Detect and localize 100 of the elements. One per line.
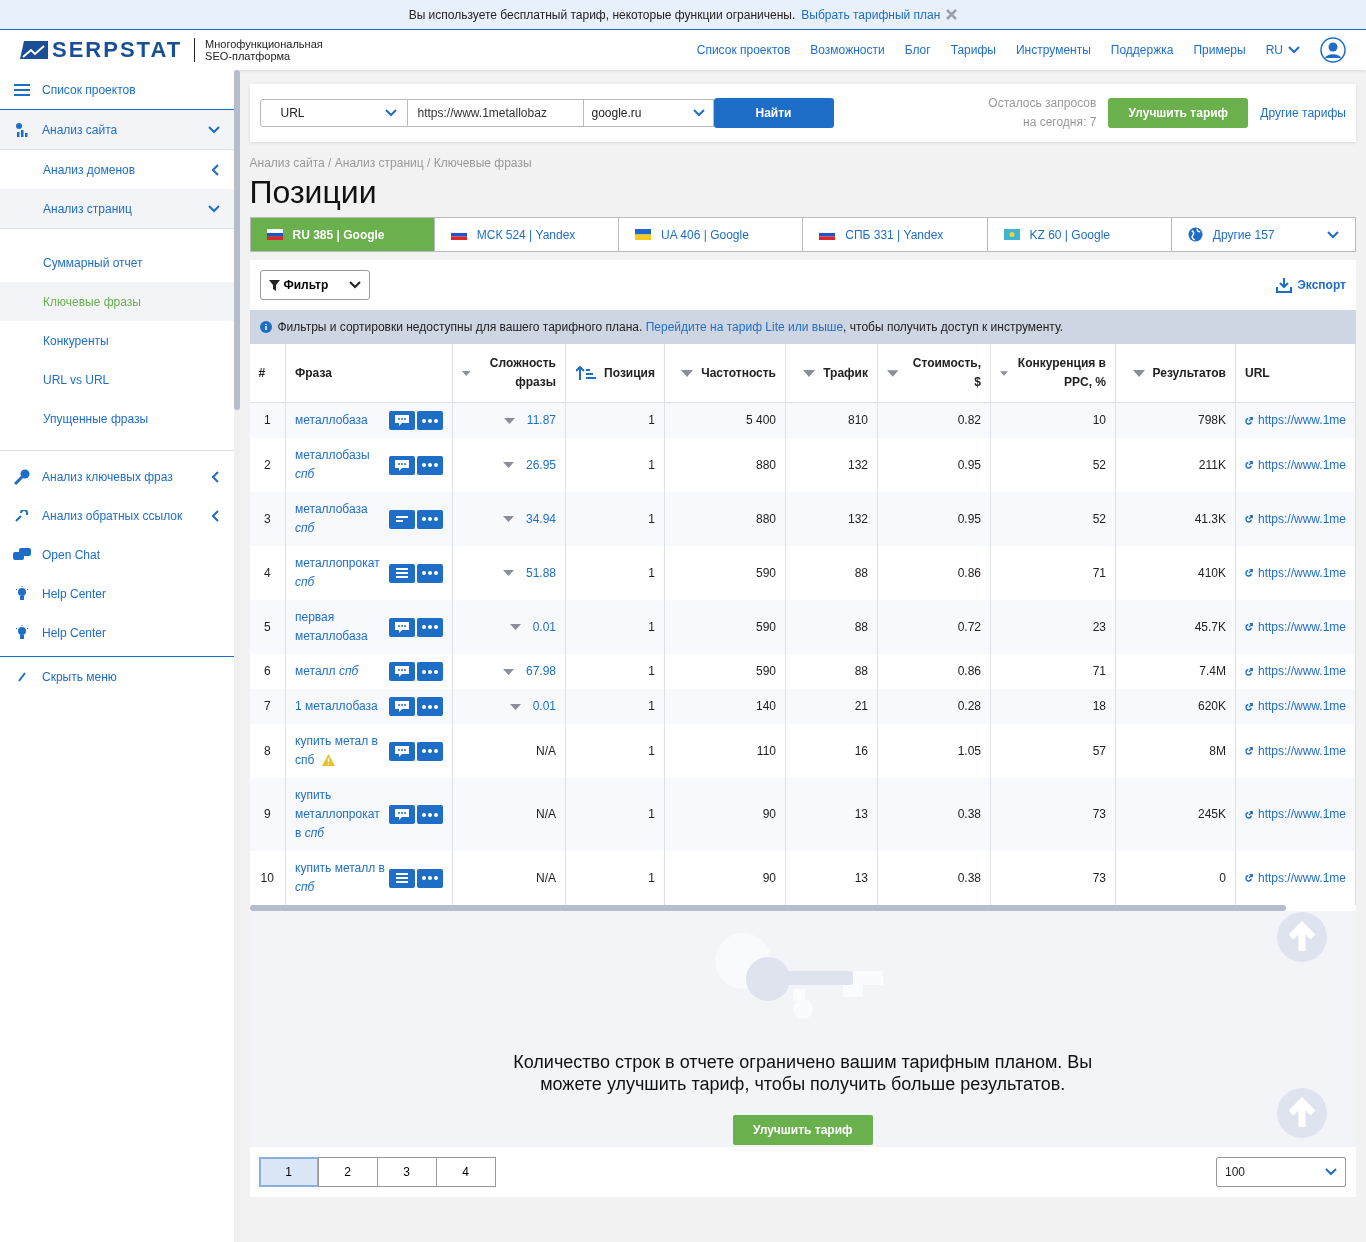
column-header[interactable]: Сложность фразы (452, 344, 566, 403)
menu-item[interactable]: Конкуренты (0, 321, 234, 360)
more-button[interactable] (417, 697, 443, 716)
nav-link[interactable]: Поддержка (1110, 43, 1174, 57)
other-plans-link[interactable]: Другие тарифы (1260, 106, 1346, 120)
comment-button[interactable] (389, 411, 415, 430)
nav-link[interactable]: Инструменты (1016, 43, 1091, 57)
menu-group[interactable]: Анализ обратных ссылок (0, 496, 234, 535)
phrase-link[interactable]: металл спб (295, 662, 359, 681)
url-link[interactable]: https://www.1me (1257, 563, 1346, 583)
page-button[interactable]: 1 (258, 1157, 319, 1187)
column-header[interactable]: Частотность (664, 344, 786, 403)
difficulty-value: 51.88 (525, 564, 556, 582)
url-link[interactable]: https://www.1me (1257, 868, 1346, 888)
comment-button[interactable] (389, 617, 415, 637)
comment-button[interactable] (389, 455, 415, 475)
column-header[interactable]: # (249, 344, 286, 403)
sort-icon[interactable] (887, 369, 899, 377)
menu-link[interactable]: Help Center (0, 613, 234, 652)
summary-button[interactable] (389, 509, 415, 529)
comment-icon (394, 414, 410, 427)
chevron-left-icon (211, 163, 220, 176)
more-button[interactable] (417, 509, 443, 529)
more-button[interactable] (417, 411, 443, 430)
search-button[interactable]: Найти (713, 98, 834, 128)
column-header[interactable]: Трафик (785, 344, 878, 403)
page-button[interactable]: 2 (317, 1157, 378, 1187)
page-button[interactable]: 3 (376, 1157, 437, 1187)
menu-group[interactable]: Анализ доменов (0, 150, 234, 189)
menu-group[interactable]: Анализ ключевых фраз (0, 457, 234, 496)
sort-icon[interactable] (681, 369, 694, 377)
list-button[interactable] (389, 563, 415, 583)
comment-button[interactable] (389, 697, 415, 716)
phrase-link[interactable]: металлопрокат спб (295, 554, 385, 592)
dropdown-icon[interactable] (509, 703, 521, 710)
column-header[interactable]: Результатов (1115, 344, 1236, 403)
url-link[interactable]: https://www.1me (1257, 455, 1346, 475)
search-engine-select[interactable]: google.ru (583, 99, 714, 127)
more-button[interactable] (417, 455, 443, 475)
region-tab[interactable]: UA 406 | Google (619, 218, 804, 251)
column-header[interactable]: URL (1235, 344, 1356, 403)
dropdown-icon[interactable] (502, 462, 514, 468)
menu-link[interactable]: Help Center (0, 574, 234, 613)
column-header[interactable]: Позиция (565, 344, 665, 403)
dropdown-icon[interactable] (502, 668, 514, 675)
more-button[interactable] (417, 805, 443, 824)
menu-group[interactable]: Анализ страниц (0, 189, 234, 229)
filter-button[interactable]: Фильтр (259, 270, 370, 300)
per-page-select[interactable]: 100 (1216, 1157, 1346, 1187)
sort-ascending-icon[interactable] (576, 366, 597, 380)
more-button[interactable] (417, 868, 443, 888)
menu-link[interactable]: Open Chat (0, 535, 234, 574)
phrase-link[interactable]: купить металл в спб (295, 859, 385, 897)
menu-item[interactable]: Упущенные фразы (0, 399, 234, 438)
avatar-icon[interactable] (1320, 37, 1346, 63)
more-button[interactable] (417, 741, 443, 761)
nav-link[interactable]: Возможности (810, 43, 885, 57)
comment-button[interactable] (389, 741, 415, 761)
phrase-link[interactable]: купить метал в спб (295, 732, 385, 770)
region-tab[interactable]: KZ 60 | Google (987, 218, 1172, 251)
banner-link[interactable]: Выбрать тарифный план (801, 7, 941, 22)
menu-group[interactable]: Анализ сайта (0, 110, 234, 150)
nav-link[interactable]: Примеры (1193, 43, 1246, 57)
sort-icon[interactable] (462, 369, 471, 377)
column-header[interactable]: Конкуренция в PPC, % (990, 344, 1116, 403)
nav-link[interactable]: Блог (904, 43, 931, 57)
comment-button[interactable] (389, 662, 415, 681)
dropdown-icon[interactable] (502, 570, 514, 576)
nav-link[interactable]: Тарифы (950, 43, 996, 57)
dropdown-icon[interactable] (502, 516, 514, 522)
download-icon (1276, 277, 1293, 293)
url-link[interactable]: https://www.1me (1257, 805, 1346, 824)
menu-item[interactable]: URL vs URL (0, 360, 234, 399)
export-button[interactable]: Экспорт (1276, 277, 1346, 293)
phrase-link[interactable]: металлобазы спб (295, 446, 385, 484)
comment-button[interactable] (389, 805, 415, 824)
column-header[interactable]: Стоимость, $ (877, 344, 991, 403)
language-select[interactable]: RU (1265, 43, 1300, 57)
url-link[interactable]: https://www.1me (1257, 741, 1346, 761)
sort-icon[interactable] (1000, 369, 1009, 377)
nav-link[interactable]: Список проектов (696, 43, 791, 57)
dropdown-icon[interactable] (503, 417, 515, 424)
region-tab[interactable]: СПБ 331 | Yandex (803, 218, 988, 251)
list-button[interactable] (389, 868, 415, 888)
search-type-select[interactable]: URL (259, 99, 408, 127)
url-link[interactable]: https://www.1me (1257, 662, 1346, 681)
sort-icon[interactable] (803, 369, 816, 377)
more-button[interactable] (417, 662, 443, 681)
logo-text[interactable]: SERPSTAT (52, 37, 183, 63)
more-button[interactable] (417, 563, 443, 583)
region-tab[interactable]: МСК 524 | Yandex (434, 218, 619, 251)
column-header[interactable]: Фраза (285, 344, 453, 403)
more-button[interactable] (417, 617, 443, 637)
page-button[interactable]: 4 (435, 1157, 496, 1187)
region-tab[interactable]: Другие 157 (1171, 218, 1355, 251)
menu-item[interactable]: Суммарный отчет (0, 243, 234, 282)
sort-icon[interactable] (1132, 369, 1145, 377)
menu-link[interactable]: Скрыть меню (0, 656, 234, 696)
dropdown-icon[interactable] (509, 624, 521, 630)
url-input[interactable]: https://www.1metallobaz (407, 99, 584, 127)
